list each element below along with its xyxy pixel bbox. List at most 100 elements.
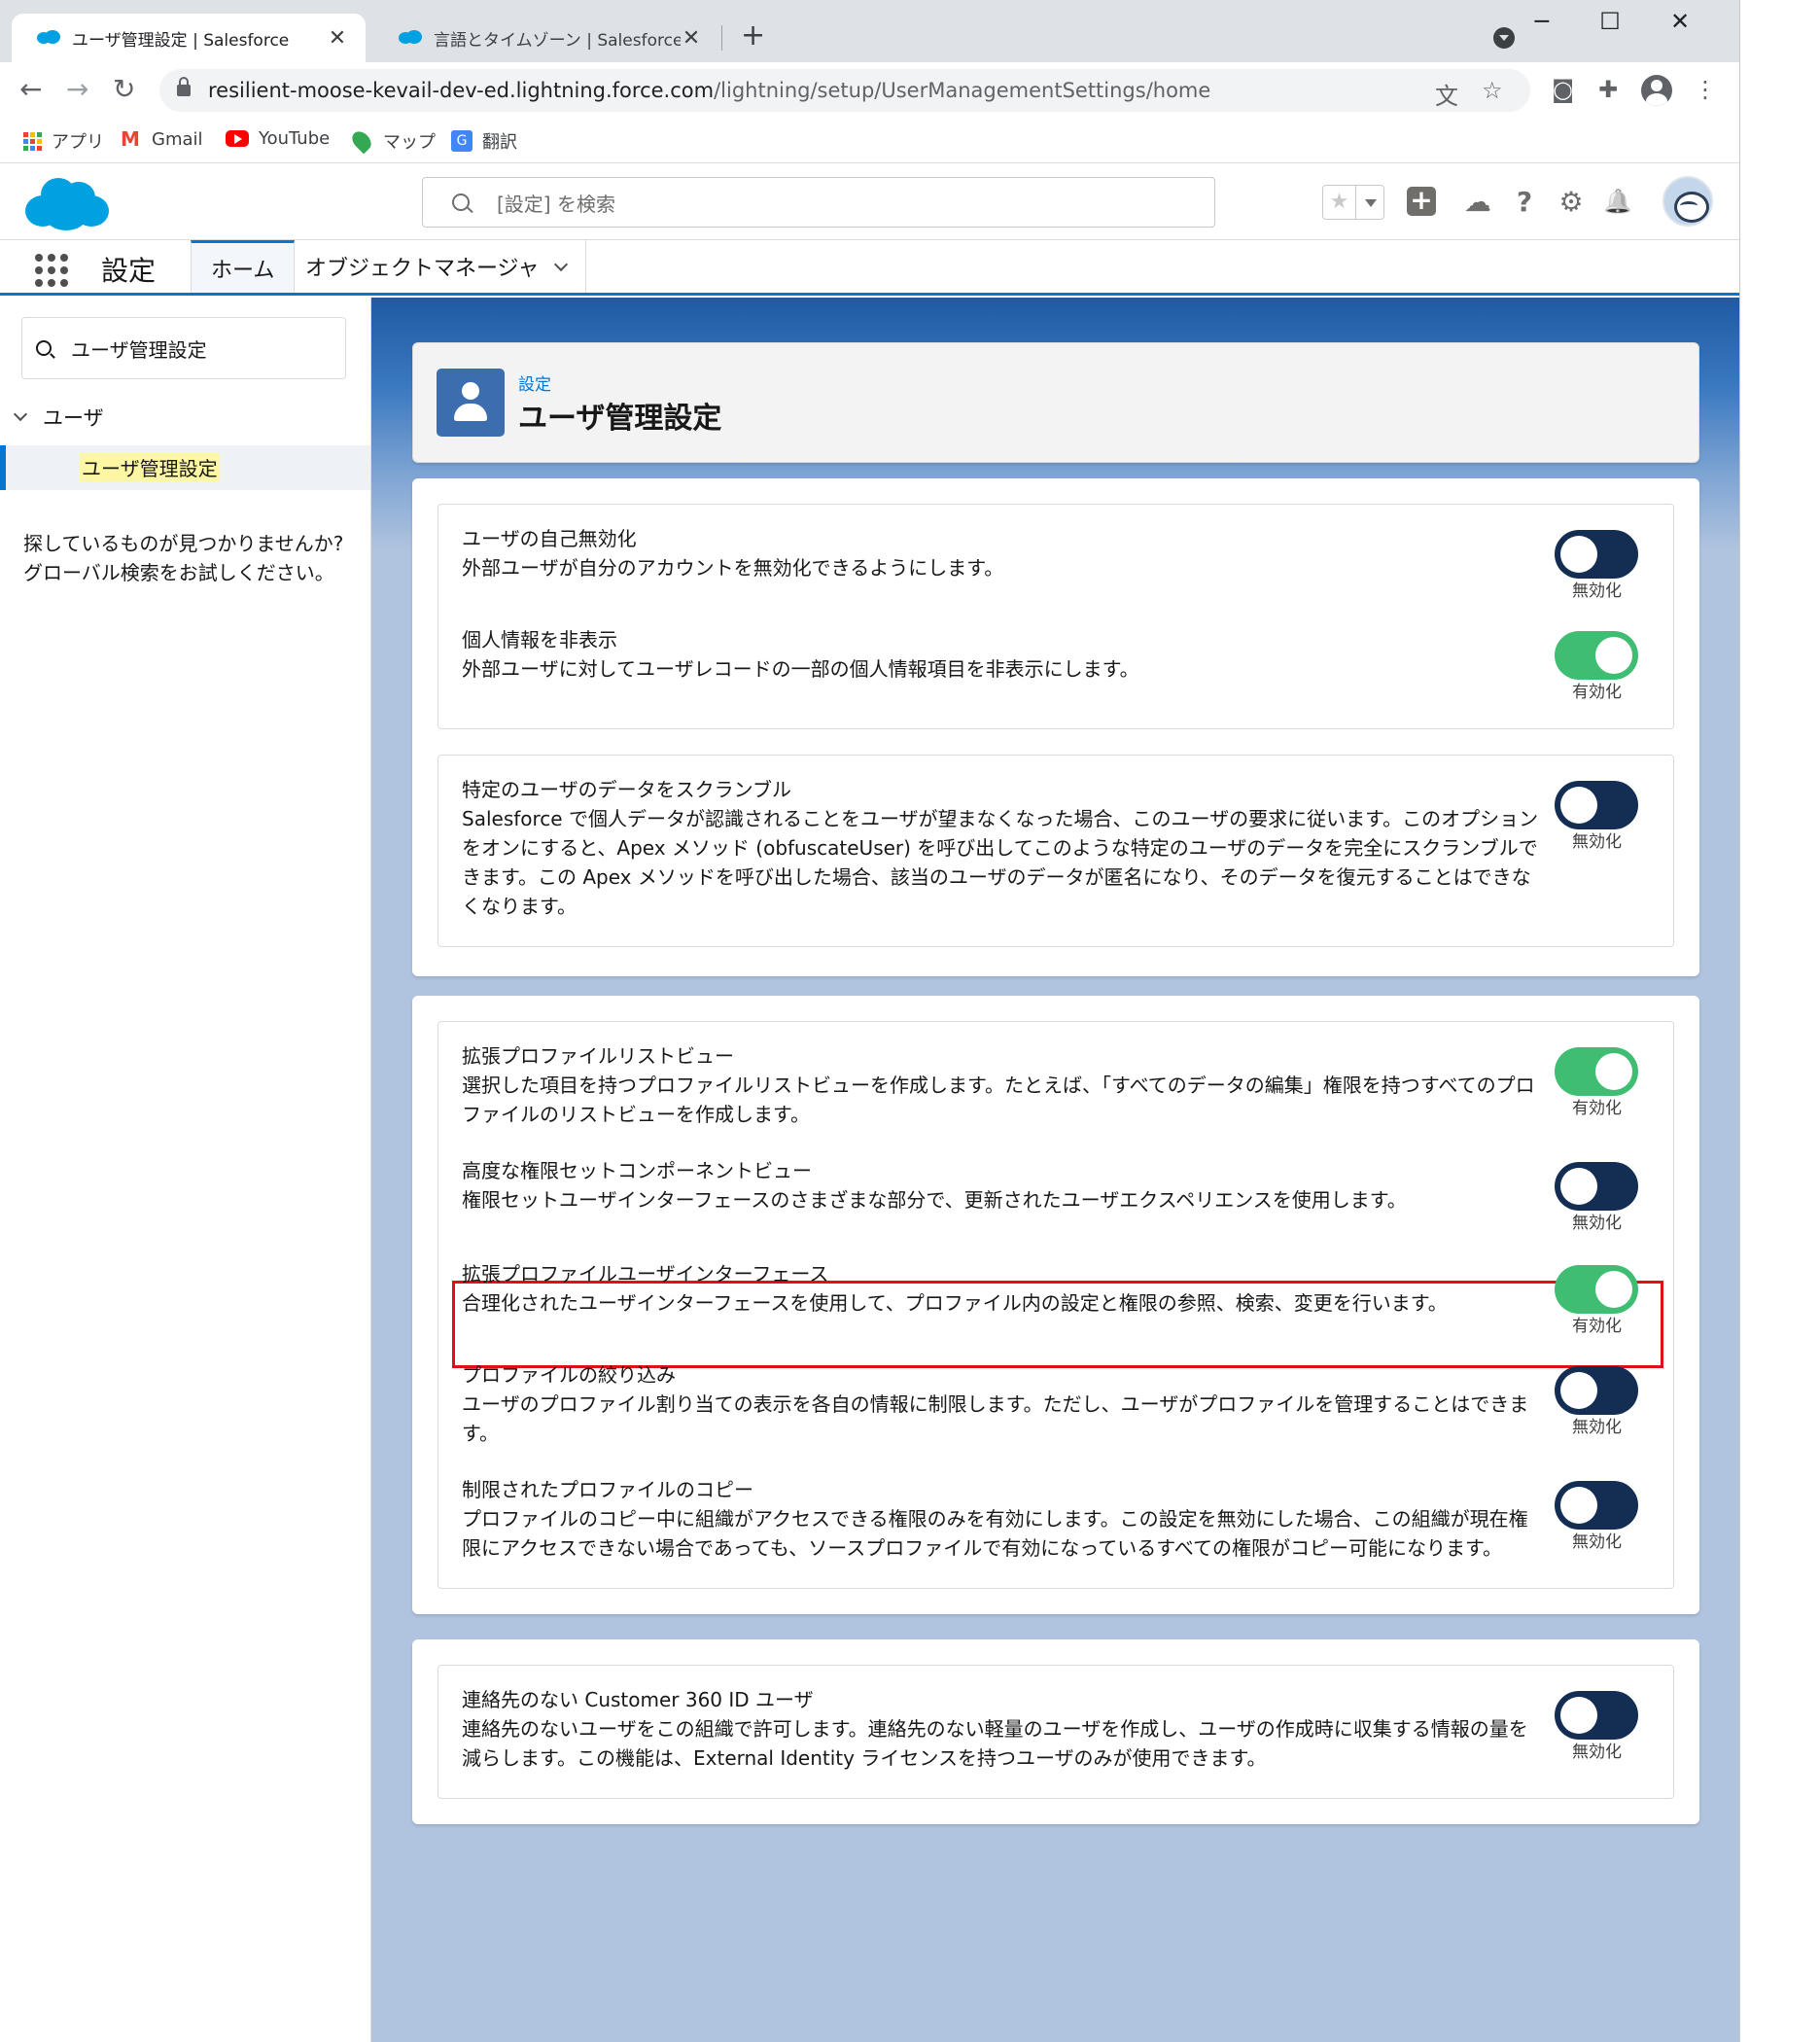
- setting-title: 制限されたプロファイルのコピー: [462, 1478, 753, 1501]
- setting-description: プロファイルのコピー中に組織がアクセスできる権限のみを有効にします。この設定を無…: [462, 1507, 1528, 1560]
- toggle-advanced-permset-view[interactable]: [1555, 1162, 1638, 1211]
- toggle-knob: [1560, 1697, 1597, 1734]
- toggle-enhanced-profile-ui[interactable]: [1555, 1265, 1638, 1314]
- bookmark-gmail[interactable]: M Gmail: [121, 128, 203, 150]
- toggle-status: 有効化: [1572, 1317, 1622, 1336]
- toggle-hide-personal-info[interactable]: [1555, 631, 1638, 680]
- bookmark-label: YouTube: [259, 128, 331, 149]
- tab-home[interactable]: ホーム: [191, 240, 296, 293]
- global-search-input[interactable]: [設定] を検索: [422, 177, 1215, 228]
- bookmark-apps[interactable]: アプリ: [23, 128, 104, 154]
- toggle-profile-filtering[interactable]: [1555, 1366, 1638, 1415]
- url-path: /lightning/setup/UserManagementSettings/…: [714, 79, 1211, 102]
- trailhead-icon[interactable]: ☁: [1460, 184, 1495, 219]
- setting-title: 個人情報を非表示: [462, 628, 617, 651]
- close-icon[interactable]: ✕: [327, 26, 348, 51]
- camera-icon[interactable]: ◙: [1552, 76, 1574, 103]
- youtube-icon: [226, 130, 249, 147]
- search-icon: [36, 340, 52, 356]
- forward-button[interactable]: →: [66, 75, 88, 104]
- tab-language-timezone[interactable]: 言語とタイムゾーン | Salesforce ✕: [373, 14, 719, 62]
- toggle-knob: [1595, 637, 1632, 674]
- sidebar-help-text: 探しているものが見つかりませんか? グローバル検索をお試しください。: [23, 532, 344, 584]
- settings-group: ユーザの自己無効化 外部ユーザが自分のアカウントを無効化できるようにします。 無…: [438, 504, 1674, 729]
- toggle-status: 無効化: [1572, 1418, 1622, 1437]
- bookmark-label: 翻訳: [482, 132, 517, 153]
- avatar[interactable]: [1662, 176, 1713, 227]
- setting-description: 外部ユーザに対してユーザレコードの一部の個人情報項目を非表示にします。: [462, 657, 1139, 681]
- favorites-button[interactable]: ★: [1322, 185, 1384, 220]
- gear-icon[interactable]: ⚙: [1554, 184, 1589, 219]
- tab-object-manager[interactable]: オブジェクトマネージャ: [286, 240, 587, 293]
- setting-title: 拡張プロファイルリストビュー: [462, 1044, 734, 1068]
- setting-enhanced-profile-ui: 拡張プロファイルユーザインターフェース 合理化されたユーザインターフェースを使用…: [462, 1259, 1667, 1318]
- help-icon[interactable]: ?: [1507, 184, 1542, 219]
- setting-restricted-profile-clone: 制限されたプロファイルのコピー プロファイルのコピー中に組織がアクセスできる権限…: [462, 1475, 1667, 1563]
- translate-icon[interactable]: 文: [1435, 77, 1458, 111]
- breadcrumb[interactable]: 設定: [518, 370, 551, 395]
- setting-profile-filtering: プロファイルの絞り込み ユーザのプロファイル割り当ての表示を各自の情報に制限しま…: [462, 1360, 1667, 1448]
- quick-find-input[interactable]: ユーザ管理設定: [21, 317, 346, 379]
- bookmark-translate[interactable]: G 翻訳: [451, 128, 517, 154]
- maximize-button[interactable]: ☐: [1591, 8, 1629, 35]
- bookmark-youtube[interactable]: YouTube: [226, 128, 330, 149]
- search-icon: [452, 194, 470, 211]
- menu-icon[interactable]: ⋮: [1694, 76, 1717, 103]
- setting-description: 外部ユーザが自分のアカウントを無効化できるようにします。: [462, 556, 1004, 580]
- minimize-button[interactable]: ─: [1522, 8, 1561, 35]
- sidebar-item-user-management-settings[interactable]: ユーザ管理設定: [0, 445, 370, 490]
- setting-description: 権限セットユーザインターフェースのさまざまな部分で、更新されたユーザエクスペリエ…: [462, 1188, 1407, 1212]
- lock-icon: [177, 77, 191, 96]
- bell-icon[interactable]: 🔔: [1600, 184, 1635, 219]
- new-tab-button[interactable]: +: [741, 21, 765, 51]
- setup-sidebar: ユーザ管理設定 ユーザ ユーザ管理設定 探しているものが見つかりませんか? グロ…: [0, 298, 371, 2042]
- page-header: 設定 ユーザ管理設定: [412, 342, 1699, 463]
- bookmark-star-icon[interactable]: ☆: [1482, 77, 1503, 104]
- back-button[interactable]: ←: [19, 75, 42, 104]
- setting-title: 拡張プロファイルユーザインターフェース: [462, 1262, 829, 1285]
- window-close-button[interactable]: ✕: [1661, 8, 1699, 35]
- user-icon: [437, 369, 505, 437]
- tab-object-manager-label: オブジェクトマネージャ: [305, 257, 540, 281]
- app-launcher-icon[interactable]: [35, 254, 68, 287]
- extensions-icon[interactable]: ✚: [1598, 76, 1618, 103]
- toggle-status: 無効化: [1572, 581, 1622, 601]
- setting-description: 合理化されたユーザインターフェースを使用して、プロファイル内の設定と権限の参照、…: [462, 1291, 1448, 1315]
- tab-user-management[interactable]: ユーザ管理設定 | Salesforce ✕: [12, 14, 366, 62]
- toggle-knob: [1560, 787, 1597, 824]
- toggle-scramble-user-data[interactable]: [1555, 781, 1638, 829]
- gmail-icon: M: [121, 127, 140, 151]
- chevron-down-icon[interactable]: [554, 257, 569, 272]
- setting-title: 特定のユーザのデータをスクランブル: [462, 778, 791, 801]
- toggle-knob: [1560, 1372, 1597, 1409]
- setting-user-self-deactivate: ユーザの自己無効化 外部ユーザが自分のアカウントを無効化できるようにします。: [462, 524, 1667, 582]
- favorites-star-icon[interactable]: ★: [1323, 186, 1356, 219]
- reload-button[interactable]: ↻: [113, 75, 135, 104]
- setting-hide-personal-info: 個人情報を非表示 外部ユーザに対してユーザレコードの一部の個人情報項目を非表示に…: [462, 625, 1667, 684]
- settings-group: 特定のユーザのデータをスクランブル Salesforce で個人データが認識され…: [438, 755, 1674, 947]
- browser-window: ユーザ管理設定 | Salesforce ✕ 言語とタイムゾーン | Sales…: [0, 0, 1740, 2042]
- bookmark-maps[interactable]: マップ: [348, 127, 436, 155]
- favorites-dropdown-icon[interactable]: [1356, 186, 1383, 219]
- chevron-down-icon[interactable]: [13, 406, 28, 422]
- toggle-restricted-profile-clone[interactable]: [1555, 1481, 1638, 1530]
- toggle-status: 有効化: [1572, 683, 1622, 702]
- search-placeholder: [設定] を検索: [497, 192, 615, 216]
- profile-icon[interactable]: [1641, 75, 1672, 106]
- close-icon[interactable]: ✕: [681, 26, 702, 51]
- global-actions-button[interactable]: +: [1404, 184, 1439, 219]
- toggle-contactless-users[interactable]: [1555, 1691, 1638, 1740]
- salesforce-logo-icon[interactable]: [23, 174, 109, 232]
- toggle-knob: [1560, 536, 1597, 573]
- setting-enhanced-profile-list-views: 拡張プロファイルリストビュー 選択した項目を持つプロファイルリストビューを作成し…: [462, 1041, 1667, 1129]
- tab-title: 言語とタイムゾーン | Salesforce: [434, 30, 681, 51]
- sidebar-node-users[interactable]: ユーザ: [13, 403, 104, 432]
- toggle-enhanced-profile-list-views[interactable]: [1555, 1047, 1638, 1096]
- address-bar[interactable]: resilient-moose-kevail-dev-ed.lightning.…: [159, 69, 1530, 112]
- tab-search-icon[interactable]: [1493, 27, 1515, 49]
- settings-card-2: 拡張プロファイルリストビュー 選択した項目を持つプロファイルリストビューを作成し…: [412, 996, 1699, 1614]
- toggle-status: 無効化: [1572, 1532, 1622, 1552]
- toggle-knob: [1595, 1053, 1632, 1090]
- toggle-user-self-deactivate[interactable]: [1555, 530, 1638, 579]
- sidebar-item-label: ユーザ管理設定: [80, 453, 220, 481]
